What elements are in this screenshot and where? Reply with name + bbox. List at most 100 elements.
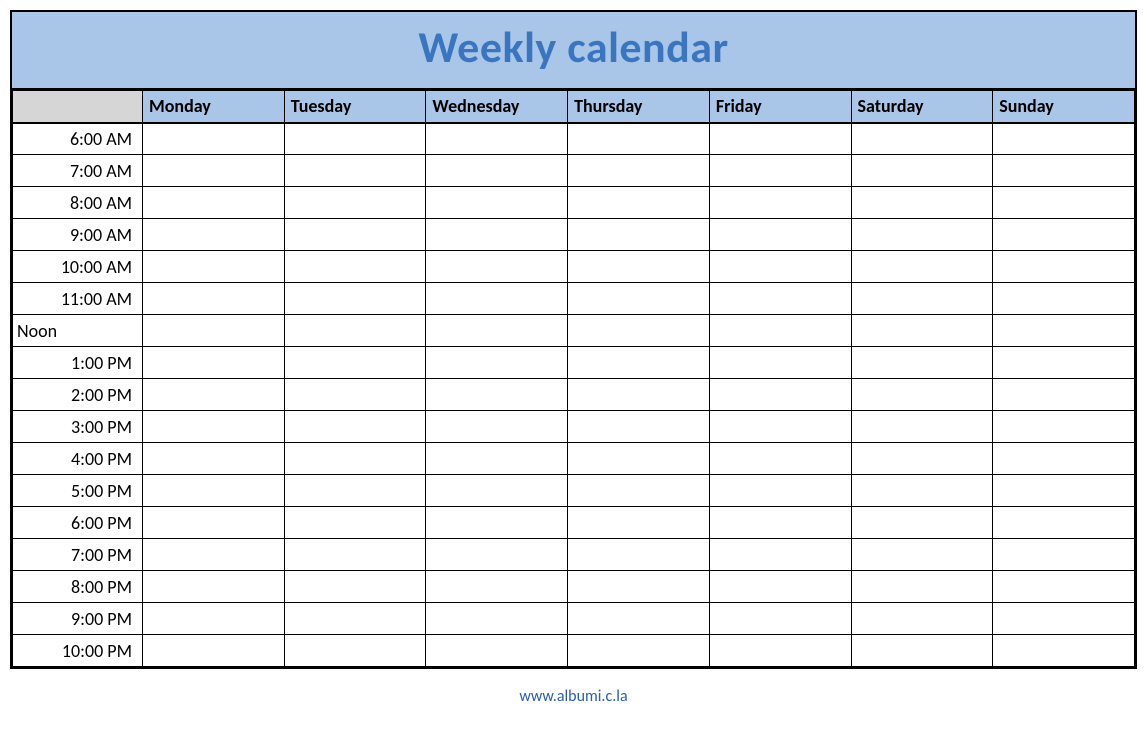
calendar-cell[interactable]	[709, 603, 851, 635]
calendar-cell[interactable]	[709, 539, 851, 571]
calendar-cell[interactable]	[568, 475, 710, 507]
calendar-cell[interactable]	[284, 443, 426, 475]
calendar-cell[interactable]	[851, 283, 993, 315]
calendar-cell[interactable]	[284, 475, 426, 507]
calendar-cell[interactable]	[568, 379, 710, 411]
calendar-cell[interactable]	[993, 475, 1135, 507]
calendar-cell[interactable]	[426, 443, 568, 475]
calendar-cell[interactable]	[284, 571, 426, 603]
calendar-cell[interactable]	[568, 251, 710, 283]
calendar-cell[interactable]	[143, 635, 285, 667]
calendar-cell[interactable]	[284, 123, 426, 155]
calendar-cell[interactable]	[426, 635, 568, 667]
calendar-cell[interactable]	[284, 411, 426, 443]
calendar-cell[interactable]	[568, 507, 710, 539]
calendar-cell[interactable]	[851, 443, 993, 475]
calendar-cell[interactable]	[993, 539, 1135, 571]
calendar-cell[interactable]	[143, 603, 285, 635]
calendar-cell[interactable]	[284, 379, 426, 411]
calendar-cell[interactable]	[426, 571, 568, 603]
calendar-cell[interactable]	[568, 411, 710, 443]
calendar-cell[interactable]	[426, 219, 568, 251]
calendar-cell[interactable]	[851, 347, 993, 379]
calendar-cell[interactable]	[143, 571, 285, 603]
calendar-cell[interactable]	[284, 347, 426, 379]
calendar-cell[interactable]	[426, 539, 568, 571]
calendar-cell[interactable]	[426, 315, 568, 347]
calendar-cell[interactable]	[568, 155, 710, 187]
calendar-cell[interactable]	[993, 187, 1135, 219]
calendar-cell[interactable]	[709, 347, 851, 379]
calendar-cell[interactable]	[993, 635, 1135, 667]
calendar-cell[interactable]	[709, 315, 851, 347]
calendar-cell[interactable]	[568, 283, 710, 315]
calendar-cell[interactable]	[426, 379, 568, 411]
calendar-cell[interactable]	[851, 187, 993, 219]
calendar-cell[interactable]	[851, 379, 993, 411]
calendar-cell[interactable]	[426, 475, 568, 507]
calendar-cell[interactable]	[709, 507, 851, 539]
calendar-cell[interactable]	[143, 155, 285, 187]
calendar-cell[interactable]	[851, 635, 993, 667]
calendar-cell[interactable]	[993, 251, 1135, 283]
calendar-cell[interactable]	[709, 635, 851, 667]
calendar-cell[interactable]	[143, 315, 285, 347]
calendar-cell[interactable]	[709, 123, 851, 155]
calendar-cell[interactable]	[143, 251, 285, 283]
calendar-cell[interactable]	[709, 443, 851, 475]
calendar-cell[interactable]	[851, 539, 993, 571]
calendar-cell[interactable]	[143, 219, 285, 251]
calendar-cell[interactable]	[143, 187, 285, 219]
calendar-cell[interactable]	[426, 507, 568, 539]
calendar-cell[interactable]	[284, 219, 426, 251]
calendar-cell[interactable]	[568, 123, 710, 155]
calendar-cell[interactable]	[993, 283, 1135, 315]
calendar-cell[interactable]	[143, 475, 285, 507]
calendar-cell[interactable]	[284, 251, 426, 283]
calendar-cell[interactable]	[568, 315, 710, 347]
calendar-cell[interactable]	[993, 571, 1135, 603]
calendar-cell[interactable]	[284, 539, 426, 571]
calendar-cell[interactable]	[851, 219, 993, 251]
calendar-cell[interactable]	[709, 411, 851, 443]
calendar-cell[interactable]	[709, 283, 851, 315]
calendar-cell[interactable]	[143, 443, 285, 475]
calendar-cell[interactable]	[568, 443, 710, 475]
calendar-cell[interactable]	[568, 603, 710, 635]
calendar-cell[interactable]	[993, 603, 1135, 635]
calendar-cell[interactable]	[568, 219, 710, 251]
calendar-cell[interactable]	[851, 123, 993, 155]
calendar-cell[interactable]	[426, 603, 568, 635]
calendar-cell[interactable]	[568, 635, 710, 667]
calendar-cell[interactable]	[851, 155, 993, 187]
calendar-cell[interactable]	[709, 571, 851, 603]
calendar-cell[interactable]	[993, 347, 1135, 379]
calendar-cell[interactable]	[851, 251, 993, 283]
calendar-cell[interactable]	[284, 283, 426, 315]
calendar-cell[interactable]	[426, 347, 568, 379]
calendar-cell[interactable]	[284, 603, 426, 635]
calendar-cell[interactable]	[851, 315, 993, 347]
calendar-cell[interactable]	[851, 411, 993, 443]
calendar-cell[interactable]	[284, 155, 426, 187]
calendar-cell[interactable]	[993, 123, 1135, 155]
calendar-cell[interactable]	[143, 411, 285, 443]
calendar-cell[interactable]	[426, 411, 568, 443]
calendar-cell[interactable]	[993, 155, 1135, 187]
calendar-cell[interactable]	[426, 123, 568, 155]
calendar-cell[interactable]	[284, 187, 426, 219]
calendar-cell[interactable]	[709, 219, 851, 251]
calendar-cell[interactable]	[143, 123, 285, 155]
calendar-cell[interactable]	[426, 251, 568, 283]
calendar-cell[interactable]	[143, 539, 285, 571]
calendar-cell[interactable]	[143, 507, 285, 539]
calendar-cell[interactable]	[993, 219, 1135, 251]
calendar-cell[interactable]	[709, 187, 851, 219]
calendar-cell[interactable]	[284, 315, 426, 347]
calendar-cell[interactable]	[993, 315, 1135, 347]
calendar-cell[interactable]	[851, 475, 993, 507]
calendar-cell[interactable]	[143, 283, 285, 315]
calendar-cell[interactable]	[851, 507, 993, 539]
calendar-cell[interactable]	[426, 283, 568, 315]
calendar-cell[interactable]	[143, 347, 285, 379]
